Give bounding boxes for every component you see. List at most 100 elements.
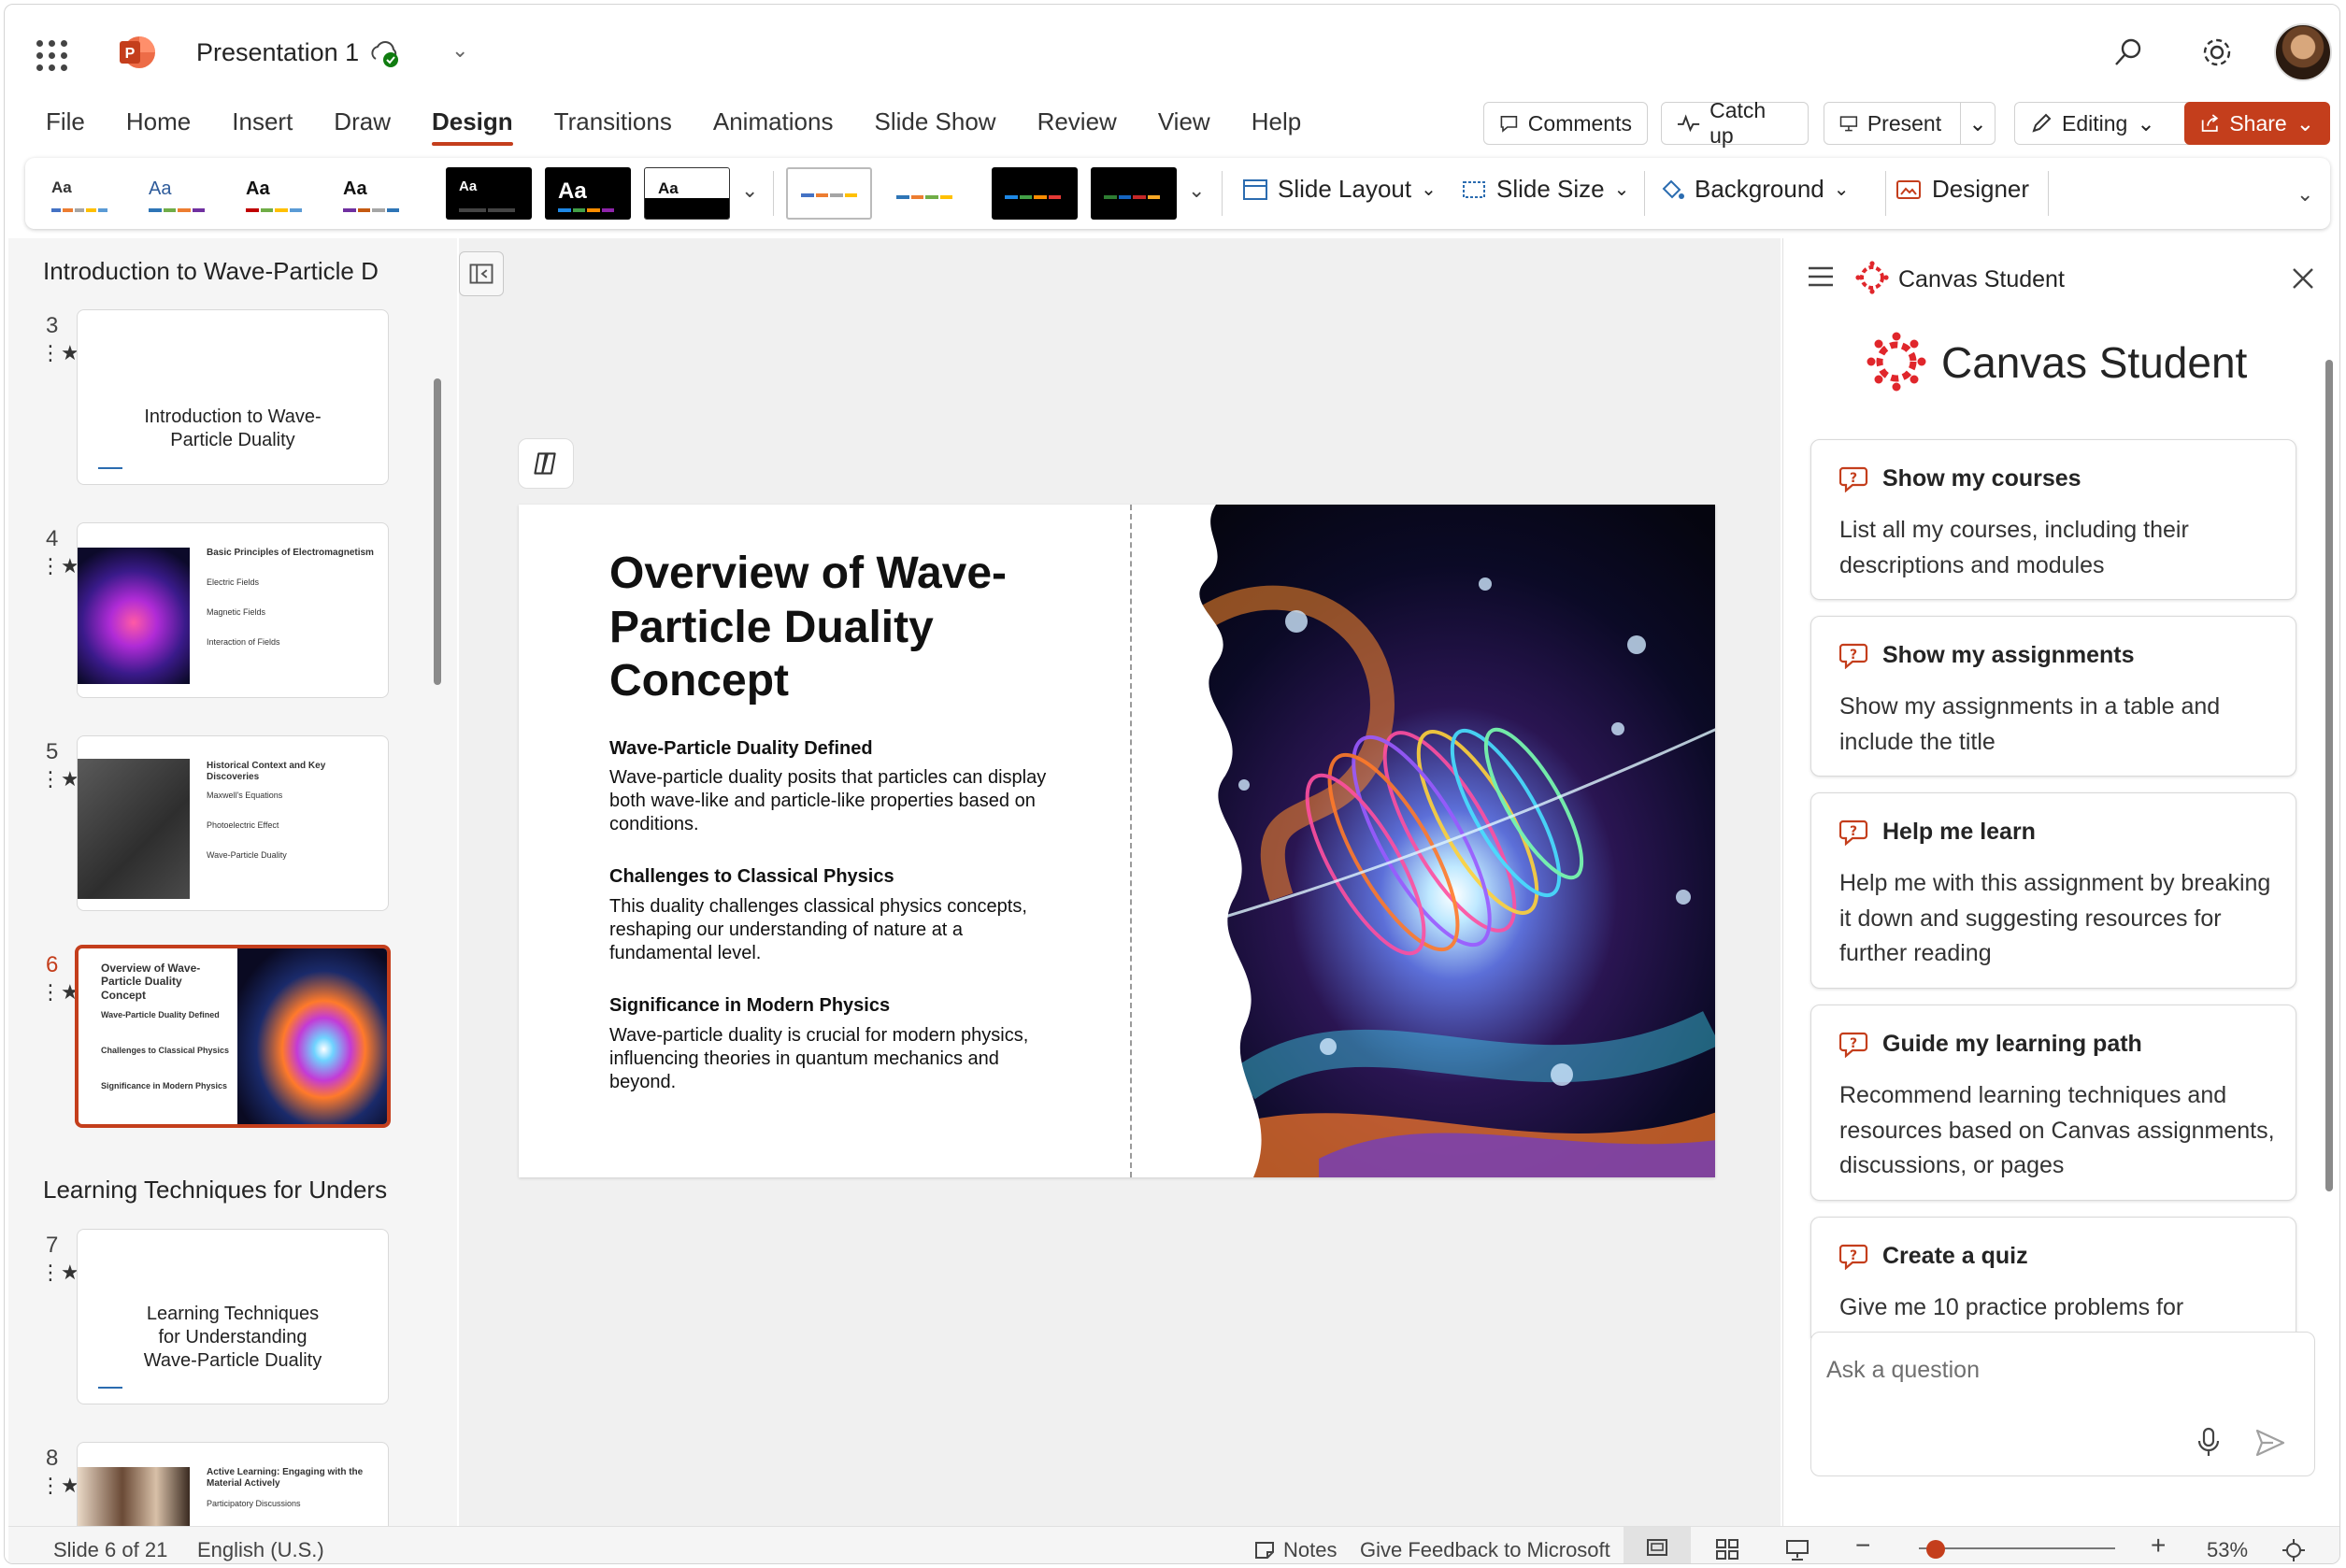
section-heading[interactable]: Significance in Modern Physics <box>609 995 890 1017</box>
variant-thumbnail[interactable] <box>786 167 872 220</box>
section-body[interactable]: Wave-particle duality posits that partic… <box>609 766 1049 835</box>
normal-view-button[interactable] <box>1624 1527 1691 1563</box>
share-button[interactable]: Share ⌄ <box>2184 102 2330 145</box>
section-body[interactable]: This duality challenges classical physic… <box>609 895 1049 964</box>
ribbon-expand-chevron-icon[interactable]: ⌄ <box>2296 182 2313 207</box>
svg-text:?: ? <box>1850 471 1857 486</box>
user-avatar[interactable] <box>2274 23 2332 81</box>
tab-animations[interactable]: Animations <box>713 107 834 136</box>
slide-thumbnail-5[interactable]: Historical Context and Key Discoveries M… <box>77 735 389 911</box>
fit-to-window-icon[interactable] <box>2282 1538 2306 1562</box>
theme-thumbnail[interactable]: Aa <box>545 167 631 220</box>
prompt-card-show-courses[interactable]: ? Show my courses List all my courses, i… <box>1810 439 2296 600</box>
theme-thumbnail[interactable]: Aa <box>446 167 532 220</box>
zoom-slider[interactable] <box>1919 1547 2115 1549</box>
slide-number: 7 <box>46 1233 59 1258</box>
search-icon[interactable] <box>2112 36 2144 68</box>
chevron-down-icon: ⌄ <box>1613 179 1630 200</box>
section-header[interactable]: Introduction to Wave-Particle D <box>43 257 379 286</box>
thumbnails-scrollbar[interactable] <box>434 378 441 685</box>
zoom-in-button[interactable]: + <box>2151 1531 2166 1561</box>
editing-mode-button[interactable]: Editing ⌄ <box>2014 102 2197 145</box>
slide-thumbnail-3[interactable]: Introduction to Wave- Particle Duality <box>77 309 389 485</box>
designer-button[interactable]: Designer <box>1895 175 2029 204</box>
section-header[interactable]: Learning Techniques for Unders <box>43 1176 387 1205</box>
send-icon[interactable] <box>2254 1428 2286 1458</box>
slide-thumbnail-7[interactable]: Learning Techniques for Understanding Wa… <box>77 1229 389 1404</box>
present-button[interactable]: Present ⌄ <box>1824 102 1996 145</box>
section-heading[interactable]: Challenges to Classical Physics <box>609 866 894 888</box>
zoom-slider-thumb[interactable] <box>1926 1540 1945 1559</box>
canvas-logo-icon <box>1855 261 1889 294</box>
plasma-image <box>78 548 190 684</box>
settings-gear-icon[interactable] <box>2199 35 2235 70</box>
variant-thumbnail[interactable] <box>1091 167 1177 220</box>
variant-thumbnail[interactable] <box>992 167 1078 220</box>
slideshow-view-icon[interactable] <box>1784 1538 1810 1562</box>
tab-insert[interactable]: Insert <box>232 107 293 136</box>
wave-particle-artwork-image[interactable] <box>1130 505 1715 1177</box>
slide-layout-button[interactable]: Slide Layout ⌄ <box>1242 175 1437 204</box>
tab-slide-show[interactable]: Slide Show <box>874 107 995 136</box>
theme-thumbnail[interactable]: Aa <box>136 167 222 220</box>
tab-home[interactable]: Home <box>126 107 191 136</box>
present-options-chevron-icon[interactable]: ⌄ <box>1960 103 1995 144</box>
chevron-down-icon: ⌄ <box>2296 110 2314 135</box>
tab-help[interactable]: Help <box>1252 107 1301 136</box>
tab-review[interactable]: Review <box>1037 107 1117 136</box>
thumbnail-title: Learning Techniques for Understanding Wa… <box>143 1304 322 1371</box>
copilot-icon[interactable] <box>518 438 574 489</box>
variant-thumbnail[interactable] <box>883 167 969 220</box>
section-body[interactable]: Wave-particle duality is crucial for mod… <box>609 1024 1049 1093</box>
background-button[interactable]: Background ⌄ <box>1659 175 1850 204</box>
cloud-saved-icon <box>371 41 398 67</box>
prompt-card-create-quiz[interactable]: ? Create a quiz Give me 10 practice prob… <box>1810 1217 2296 1338</box>
prompt-card-guide-learning-path[interactable]: ? Guide my learning path Recommend learn… <box>1810 1005 2296 1201</box>
hamburger-menu-icon[interactable] <box>1807 264 1835 289</box>
prompt-card-show-assignments[interactable]: ? Show my assignments Show my assignment… <box>1810 616 2296 777</box>
tab-design[interactable]: Design <box>431 107 513 146</box>
theme-thumbnail[interactable]: Aa <box>38 167 124 220</box>
tab-draw[interactable]: Draw <box>334 107 391 136</box>
language-indicator[interactable]: English (U.S.) <box>197 1538 324 1562</box>
variants-more-chevron-icon[interactable]: ⌄ <box>1188 178 1205 203</box>
tab-transitions[interactable]: Transitions <box>554 107 672 136</box>
slide-size-button[interactable]: Slide Size ⌄ <box>1461 175 1629 204</box>
current-slide[interactable]: Overview of Wave-Particle Duality Concep… <box>519 505 1715 1177</box>
slide-thumbnail-4[interactable]: Basic Principles of Electromagnetism Ele… <box>77 522 389 698</box>
canvas-pane-title: Canvas Student <box>1941 338 2248 387</box>
chevron-down-icon: ⌄ <box>1833 179 1850 200</box>
chat-prompt-icon: ? <box>1839 466 1868 492</box>
tab-view[interactable]: View <box>1158 107 1210 136</box>
theme-thumbnail[interactable]: Aa <box>644 167 730 220</box>
app-launcher-icon[interactable] <box>36 40 68 72</box>
tab-file[interactable]: File <box>46 107 85 136</box>
collapse-pane-icon[interactable] <box>459 251 504 296</box>
slide-thumbnail-6[interactable]: Overview of Wave-Particle Duality Concep… <box>75 945 391 1128</box>
theme-thumbnail[interactable]: Aa <box>330 167 416 220</box>
themes-more-chevron-icon[interactable]: ⌄ <box>741 178 758 203</box>
zoom-level[interactable]: 53% <box>2207 1538 2248 1562</box>
section-heading[interactable]: Wave-Particle Duality Defined <box>609 738 873 760</box>
ask-question-input[interactable]: Ask a question <box>1826 1357 1980 1384</box>
zoom-out-button[interactable]: − <box>1855 1531 1870 1561</box>
status-bar: Slide 6 of 21 English (U.S.) Notes Give … <box>8 1526 2339 1563</box>
animation-star-icon: ⋮★ <box>40 767 79 791</box>
microphone-icon[interactable] <box>2195 1426 2223 1458</box>
slide-position: Slide 6 of 21 <box>53 1538 168 1561</box>
prompt-card-help-me-learn[interactable]: ? Help me learn Help me with this assign… <box>1810 792 2296 989</box>
notes-icon <box>1255 1542 1274 1559</box>
slide-sorter-icon[interactable] <box>1715 1538 1739 1561</box>
document-title[interactable]: Presentation 1 <box>196 38 359 67</box>
ask-question-box[interactable]: Ask a question <box>1810 1332 2315 1476</box>
catch-up-button[interactable]: Catch up <box>1661 98 1809 148</box>
title-dropdown-chevron-icon[interactable]: ⌄ <box>451 38 468 63</box>
notes-button[interactable]: Notes <box>1253 1538 1337 1562</box>
close-icon[interactable] <box>2291 266 2315 291</box>
feedback-link[interactable]: Give Feedback to Microsoft <box>1360 1538 1610 1562</box>
comments-button[interactable]: Comments <box>1483 102 1648 145</box>
slide-thumbnail-8[interactable]: Active Learning: Engaging with the Mater… <box>77 1442 389 1526</box>
canvas-pane-scrollbar[interactable] <box>2325 360 2333 1191</box>
theme-thumbnail[interactable]: Aa <box>233 167 319 220</box>
slide-title[interactable]: Overview of Wave-Particle Duality Concep… <box>609 547 1095 708</box>
